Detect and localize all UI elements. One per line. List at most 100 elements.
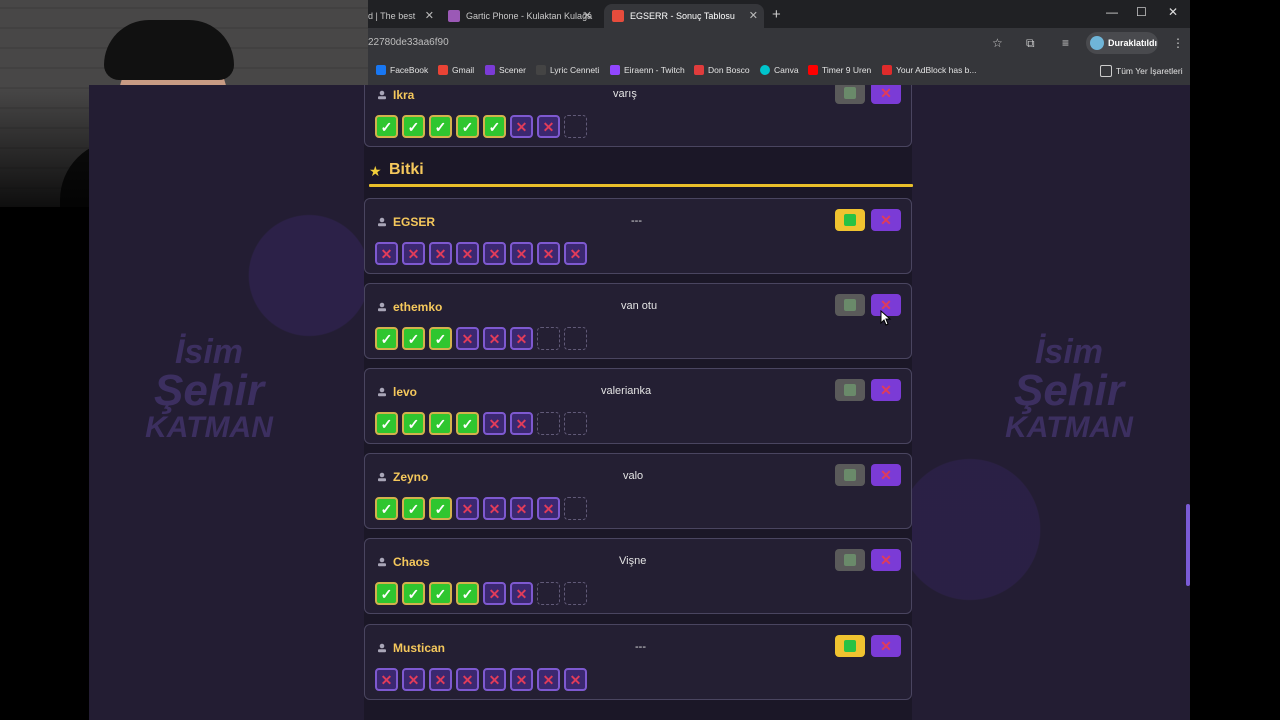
minimize-icon[interactable]: — bbox=[1106, 5, 1118, 19]
user-icon bbox=[378, 557, 386, 567]
user-icon bbox=[378, 90, 386, 100]
bookmark-twitch[interactable]: Eiraenn - Twitch bbox=[610, 65, 685, 75]
tab-2[interactable]: EGSERR - Sonuç Tablosu ✕ bbox=[604, 4, 764, 28]
approve-button[interactable] bbox=[835, 464, 865, 486]
cross-icon: ✕ bbox=[456, 497, 479, 520]
check-icon: ✓ bbox=[456, 582, 479, 605]
empty-slot bbox=[564, 582, 587, 605]
close-icon[interactable]: ✕ bbox=[583, 9, 592, 22]
check-icon: ✓ bbox=[429, 115, 452, 138]
cross-icon: ✕ bbox=[564, 668, 587, 691]
player-card: Mustican --- ✕ ✕ ✕ ✕ ✕ ✕ ✕ ✕ ✕ bbox=[364, 624, 912, 700]
logo-line: Şehir bbox=[1013, 366, 1125, 415]
check-icon: ✓ bbox=[429, 327, 452, 350]
bookmark-adblock[interactable]: Your AdBlock has b... bbox=[882, 65, 977, 75]
bookmark-canva[interactable]: Canva bbox=[760, 65, 799, 75]
twitch-icon bbox=[610, 65, 620, 75]
logo-line: Şehir bbox=[153, 366, 265, 415]
reject-button[interactable]: ✕ bbox=[871, 464, 901, 486]
scener-icon bbox=[485, 65, 495, 75]
donbosco-icon bbox=[694, 65, 704, 75]
mouse-cursor-icon bbox=[880, 310, 892, 326]
check-icon: ✓ bbox=[429, 497, 452, 520]
profile-label: Duraklatıldı bbox=[1108, 38, 1158, 48]
tab-1[interactable]: Gartic Phone - Kulaktan Kulağa ✕ bbox=[448, 4, 598, 28]
menu-icon[interactable]: ⋮ bbox=[1172, 36, 1184, 50]
check-icon: ✓ bbox=[456, 412, 479, 435]
reject-button[interactable]: ✕ bbox=[871, 379, 901, 401]
cross-icon: ✕ bbox=[483, 668, 506, 691]
bookmark-facebook[interactable]: FaceBook bbox=[376, 65, 428, 75]
logo-line: İsim bbox=[1034, 333, 1104, 371]
close-icon[interactable]: ✕ bbox=[425, 9, 434, 22]
approve-button[interactable] bbox=[835, 549, 865, 571]
score-boxes: ✕ ✕ ✕ ✕ ✕ ✕ ✕ ✕ bbox=[375, 242, 587, 265]
tab-label: Gartic Phone - Kulaktan Kulağa bbox=[466, 11, 593, 21]
star-icon: ★ bbox=[369, 163, 382, 179]
cross-icon: ✕ bbox=[510, 327, 533, 350]
check-icon: ✓ bbox=[402, 115, 425, 138]
reject-button[interactable]: ✕ bbox=[871, 209, 901, 231]
approve-button[interactable] bbox=[835, 85, 865, 104]
check-icon: ✓ bbox=[375, 582, 398, 605]
cross-icon: ✕ bbox=[537, 242, 560, 265]
bookmarks-bar: FaceBook Gmail Scener Lyric Cenneti Eira… bbox=[368, 58, 1190, 86]
check-icon: ✓ bbox=[402, 497, 425, 520]
player-name: Mustican bbox=[393, 641, 446, 655]
cross-icon: ✕ bbox=[483, 582, 506, 605]
bookmark-donbosco[interactable]: Don Bosco bbox=[694, 65, 750, 75]
score-boxes: ✓ ✓ ✓ ✓ ✕ ✕ bbox=[375, 412, 587, 435]
user-icon bbox=[378, 302, 386, 312]
close-window-icon[interactable]: ✕ bbox=[1168, 5, 1178, 19]
cross-icon: ✕ bbox=[483, 497, 506, 520]
player-card: Chaos Vişne ✕ ✓ ✓ ✓ ✓ ✕ ✕ bbox=[364, 538, 912, 614]
new-tab-icon[interactable]: + bbox=[772, 6, 781, 23]
bookmark-scener[interactable]: Scener bbox=[485, 65, 526, 75]
bookmark-lyric[interactable]: Lyric Cenneti bbox=[536, 65, 599, 75]
approve-button[interactable] bbox=[835, 635, 865, 657]
check-icon: ✓ bbox=[402, 412, 425, 435]
approve-button[interactable] bbox=[835, 209, 865, 231]
check-icon: ✓ bbox=[456, 115, 479, 138]
tab-bar: d | The best ✕ Gartic Phone - Kulaktan K… bbox=[368, 0, 1190, 28]
bookmark-gmail[interactable]: Gmail bbox=[438, 65, 474, 75]
score-boxes: ✓ ✓ ✓ ✕ ✕ ✕ bbox=[375, 327, 587, 350]
check-icon: ✓ bbox=[375, 327, 398, 350]
player-name: Ikra bbox=[393, 88, 415, 102]
tab-0[interactable]: d | The best ✕ bbox=[368, 4, 440, 28]
folder-icon bbox=[1100, 65, 1112, 77]
extensions-icon[interactable]: ⧉ bbox=[1026, 36, 1035, 51]
cross-icon: ✕ bbox=[483, 242, 506, 265]
approve-button[interactable] bbox=[835, 294, 865, 316]
media-icon[interactable]: ≡ bbox=[1062, 36, 1069, 50]
section-header: ★ Bitki bbox=[369, 160, 913, 188]
bookmark-all[interactable]: Tüm Yer İşaretleri bbox=[1100, 65, 1183, 77]
reject-button[interactable]: ✕ bbox=[871, 85, 901, 104]
score-boxes: ✕ ✕ ✕ ✕ ✕ ✕ ✕ ✕ bbox=[375, 668, 587, 691]
check-icon bbox=[844, 640, 856, 652]
check-icon: ✓ bbox=[483, 115, 506, 138]
score-boxes: ✓ ✓ ✓ ✓ ✕ ✕ bbox=[375, 582, 587, 605]
cross-icon: ✕ bbox=[456, 242, 479, 265]
cross-icon: ✕ bbox=[510, 497, 533, 520]
adblock-icon bbox=[882, 65, 892, 75]
empty-slot bbox=[564, 327, 587, 350]
user-icon bbox=[378, 217, 386, 227]
maximize-icon[interactable]: ☐ bbox=[1136, 5, 1147, 19]
bookmark-timer[interactable]: Timer 9 Uren bbox=[808, 65, 871, 75]
cross-icon: ✕ bbox=[510, 115, 533, 138]
approve-button[interactable] bbox=[835, 379, 865, 401]
empty-slot bbox=[537, 412, 560, 435]
close-icon[interactable]: ✕ bbox=[749, 9, 758, 22]
check-icon bbox=[844, 384, 856, 396]
star-icon[interactable]: ☆ bbox=[992, 36, 1003, 50]
reject-button[interactable]: ✕ bbox=[871, 635, 901, 657]
scrollbar[interactable] bbox=[1186, 504, 1190, 586]
profile-button[interactable]: Duraklatıldı bbox=[1086, 32, 1158, 54]
player-name: ethemko bbox=[393, 300, 443, 314]
reject-button[interactable]: ✕ bbox=[871, 549, 901, 571]
address-bar[interactable]: 22780de33aa6f90 bbox=[368, 32, 1008, 54]
logo-left: İsim Şehir KATMAN bbox=[139, 335, 279, 465]
check-icon bbox=[844, 87, 856, 99]
check-icon bbox=[844, 214, 856, 226]
